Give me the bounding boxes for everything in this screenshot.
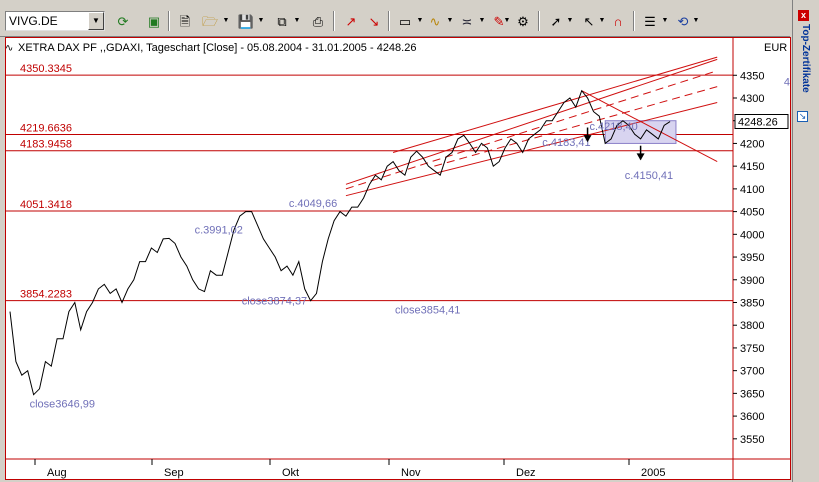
y-tick-label: 4300 [740, 93, 764, 105]
y-tick-label: 3600 [740, 411, 764, 423]
list-dropdown-icon[interactable]: ▼ [661, 11, 669, 31]
y-tick-label: 3850 [740, 297, 764, 309]
drawing-dropdown-icon[interactable]: ▼ [478, 11, 486, 31]
open-dropdown-icon[interactable]: ▼ [222, 11, 230, 31]
magnet-icon[interactable]: ∩ [607, 11, 629, 31]
toolbar-separator [168, 11, 170, 31]
price-annotation: c.4218,40 [589, 121, 637, 133]
y-tick-label: 4050 [740, 207, 764, 219]
horizontal-level-label: 4183.9458 [20, 139, 72, 151]
pin-icon[interactable]: ↘ [797, 111, 808, 122]
chart-title: XETRA DAX PF ,,GDAXI, Tageschart [Close]… [18, 42, 416, 54]
toolbar-separator [633, 11, 635, 31]
y-tick-label: 4000 [740, 229, 764, 241]
window-icon[interactable]: ▭ [394, 11, 416, 31]
toolbar-separator [333, 11, 335, 31]
y-tick-label: 3700 [740, 366, 764, 378]
chart-toggle-icon[interactable]: ↗ [340, 11, 362, 31]
line-tool-icon[interactable]: ➚ [545, 11, 567, 31]
price-annotation: c.3991,02 [195, 224, 243, 236]
toolbar: VIVG.DE ▼ ⟳ ▣ 🗎 🗁 ▼ 💾 ▼ ⧉ ▼ ⎙ ↗ ↘ ▭ ▼ ∿ … [0, 0, 790, 37]
horizontal-level-label: 3854.2283 [20, 289, 72, 301]
symbol-value: VIVG.DE [9, 14, 58, 28]
indicator-dropdown-icon[interactable]: ▼ [446, 11, 454, 31]
save-icon[interactable]: 💾 [235, 11, 257, 31]
down-arrow-head-icon [636, 153, 645, 161]
update-icon[interactable]: ▣ [143, 11, 165, 31]
y-tick-label: 4150 [740, 161, 764, 173]
chevron-down-icon[interactable]: ▼ [88, 12, 104, 30]
y-tick-label: 4200 [740, 138, 764, 150]
y-tick-label: 3800 [740, 320, 764, 332]
undo-icon[interactable]: ⟲ [672, 11, 694, 31]
cursor-icon[interactable]: ↖ [578, 11, 600, 31]
refresh-icon[interactable]: ⟳ [112, 11, 134, 31]
y-tick-label: 3550 [740, 434, 764, 446]
chart-panel[interactable]: XETRA DAX PF ,,GDAXI, Tageschart [Close]… [5, 37, 791, 480]
new-icon[interactable]: 🗎 [174, 11, 196, 31]
y-tick-label: 3650 [740, 388, 764, 400]
open-icon[interactable]: 🗁 [199, 11, 221, 31]
symbol-combo[interactable]: VIVG.DE ▼ [5, 11, 105, 31]
line-tool-dropdown-icon[interactable]: ▼ [566, 11, 574, 31]
copy-icon[interactable]: ⧉ [271, 11, 293, 31]
x-tick-label: 2005 [641, 467, 665, 479]
x-tick-label: Aug [47, 467, 67, 479]
list-icon[interactable]: ☰ [639, 11, 661, 31]
price-annotation: close3854,41 [395, 304, 460, 316]
price-annotation: close3874,37 [242, 295, 307, 307]
price-annotation: close3646,99 [30, 399, 95, 411]
y-tick-label: 4100 [740, 184, 764, 196]
close-icon[interactable]: x [798, 10, 809, 21]
save-dropdown-icon[interactable]: ▼ [257, 11, 265, 31]
cursor-dropdown-icon[interactable]: ▼ [598, 11, 606, 31]
side-panel-tab[interactable]: x Top-Zertifikate ↘ [792, 0, 819, 482]
properties-dropdown-icon[interactable]: ▼ [503, 11, 511, 31]
currency-label: EUR [764, 42, 787, 54]
horizontal-level-label: 4051.3418 [20, 199, 72, 211]
x-tick-label: Sep [164, 467, 184, 479]
chart-type-icon: ∿ [6, 43, 13, 54]
last-value-label: 4248.26 [738, 117, 778, 129]
undo-dropdown-icon[interactable]: ▼ [692, 11, 700, 31]
settings-icon[interactable]: ⚙ [512, 11, 534, 31]
y-tick-label: 3900 [740, 275, 764, 287]
y-tick-label: 3950 [740, 252, 764, 264]
window-dropdown-icon[interactable]: ▼ [416, 11, 424, 31]
price-annotation: c.4150,41 [625, 170, 673, 182]
horizontal-level-label: 4350.3345 [20, 63, 72, 75]
x-tick-label: Dez [516, 467, 536, 479]
compare-icon[interactable]: ↘ [363, 11, 385, 31]
y-tick-label: 4350 [740, 70, 764, 82]
toolbar-separator [388, 11, 390, 31]
side-panel-label[interactable]: Top-Zertifikate [795, 24, 811, 104]
horizontal-level-label: 4219.6636 [20, 122, 72, 134]
drawing-icon[interactable]: ≍ [456, 11, 478, 31]
price-annotation: 4316,40 [784, 77, 790, 89]
y-tick-label: 3750 [740, 343, 764, 355]
toolbar-separator [538, 11, 540, 31]
price-annotation: c.4183,41 [542, 137, 590, 149]
print-icon[interactable]: ⎙ [307, 11, 329, 31]
copy-dropdown-icon[interactable]: ▼ [293, 11, 301, 31]
x-tick-label: Okt [282, 467, 299, 479]
indicator-icon[interactable]: ∿ [424, 11, 446, 31]
app-window: VIVG.DE ▼ ⟳ ▣ 🗎 🗁 ▼ 💾 ▼ ⧉ ▼ ⎙ ↗ ↘ ▭ ▼ ∿ … [0, 0, 819, 482]
price-annotation: c.4049,66 [289, 198, 337, 210]
x-tick-label: Nov [401, 467, 421, 479]
price-chart[interactable]: XETRA DAX PF ,,GDAXI, Tageschart [Close]… [6, 38, 790, 479]
